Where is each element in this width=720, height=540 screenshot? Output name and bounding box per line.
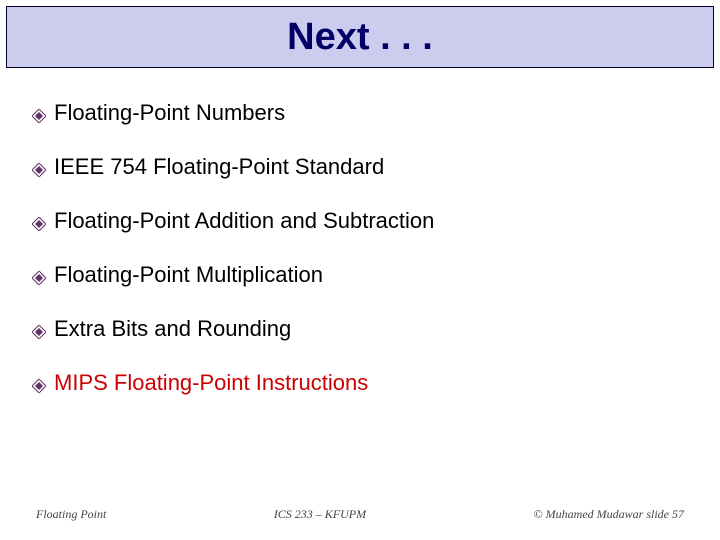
footer: Floating Point ICS 233 – KFUPM © Muhamed… [0,507,720,522]
diamond-bullet-icon [32,379,46,393]
bullet-text: IEEE 754 Floating-Point Standard [54,154,384,180]
diamond-bullet-icon [32,163,46,177]
diamond-bullet-icon [32,271,46,285]
list-item: IEEE 754 Floating-Point Standard [32,154,688,180]
list-item: Floating-Point Addition and Subtraction [32,208,688,234]
diamond-bullet-icon [32,109,46,123]
bullet-text: MIPS Floating-Point Instructions [54,370,368,396]
list-item: Floating-Point Multiplication [32,262,688,288]
list-item: Extra Bits and Rounding [32,316,688,342]
bullet-text: Floating-Point Multiplication [54,262,323,288]
bullet-text: Floating-Point Addition and Subtraction [54,208,434,234]
slide-title: Next . . . [287,16,433,59]
footer-center: ICS 233 – KFUPM [274,507,366,522]
title-bar: Next . . . [6,6,714,68]
bullet-text: Floating-Point Numbers [54,100,285,126]
diamond-bullet-icon [32,217,46,231]
list-item: MIPS Floating-Point Instructions [32,370,688,396]
diamond-bullet-icon [32,325,46,339]
bullet-list: Floating-Point Numbers IEEE 754 Floating… [32,100,688,424]
bullet-text: Extra Bits and Rounding [54,316,291,342]
footer-right: © Muhamed Mudawar slide 57 [534,507,684,522]
footer-left: Floating Point [36,507,106,522]
list-item: Floating-Point Numbers [32,100,688,126]
